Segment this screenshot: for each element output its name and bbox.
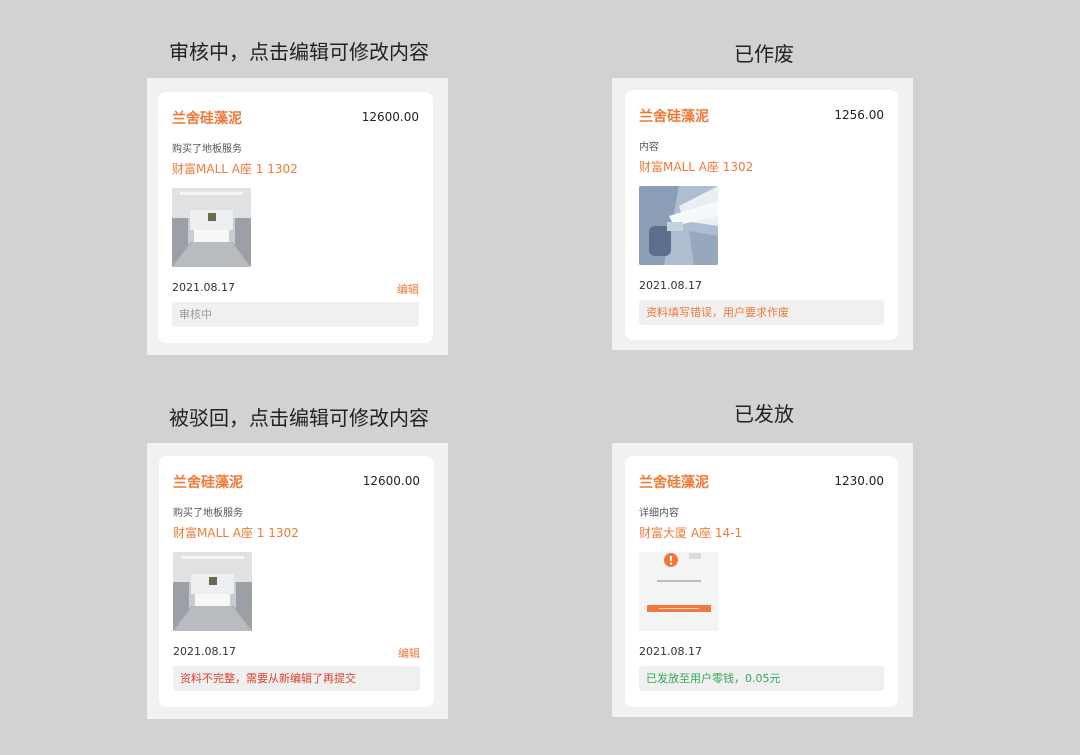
panel-pending: 兰舍硅藻泥 12600.00 购买了地板服务 财富MALL A座 1 1302 … [147,78,448,355]
order-description: 内容 [639,142,659,153]
order-amount: 12600.00 [362,474,420,488]
office-lobby-photo[interactable] [172,188,251,267]
order-description: 购买了地板服务 [172,144,242,155]
shop-name: 兰舍硅藻泥 [172,111,242,127]
order-date: 2021.08.17 [639,645,702,658]
shop-name: 兰舍硅藻泥 [639,475,709,491]
edit-link[interactable]: 编辑 [397,281,419,297]
order-amount: 1230.00 [834,474,884,488]
section-title-voided: 已作废 [734,42,794,66]
panel-issued: 兰舍硅藻泥 1230.00 详细内容 财富大厦 A座 14-1 2021.08.… [612,443,913,717]
order-card-issued[interactable]: 兰舍硅藻泥 1230.00 详细内容 财富大厦 A座 14-1 2021.08.… [625,456,898,707]
status-bar-issued: 已发放至用户零钱，0.05元 [639,666,884,691]
order-address: 财富MALL A座 1 1302 [173,526,299,540]
panel-rejected: 兰舍硅藻泥 12600.00 购买了地板服务 财富MALL A座 1 1302 … [147,443,448,719]
order-card-voided[interactable]: 兰舍硅藻泥 1256.00 内容 财富MALL A座 1302 2021.08.… [625,90,898,340]
order-date: 2021.08.17 [173,645,236,658]
office-lobby-photo[interactable] [173,552,252,631]
order-address: 财富MALL A座 1302 [639,160,754,174]
order-amount: 12600.00 [361,110,419,124]
section-title-issued: 已发放 [734,402,794,426]
order-card-rejected[interactable]: 兰舍硅藻泥 12600.00 购买了地板服务 财富MALL A座 1 1302 … [159,456,434,707]
order-card-pending[interactable]: 兰舍硅藻泥 12600.00 购买了地板服务 财富MALL A座 1 1302 … [158,92,433,343]
order-description: 详细内容 [639,508,679,519]
shop-name: 兰舍硅藻泥 [173,475,243,491]
order-description: 购买了地板服务 [173,508,243,519]
status-bar-pending: 审核中 [172,302,419,327]
section-title-rejected: 被驳回，点击编辑可修改内容 [169,406,429,430]
spray-cleaning-photo[interactable] [639,186,718,265]
panel-voided: 兰舍硅藻泥 1256.00 内容 财富MALL A座 1302 2021.08.… [612,78,913,350]
order-date: 2021.08.17 [639,279,702,292]
order-date: 2021.08.17 [172,281,235,294]
shop-name: 兰舍硅藻泥 [639,109,709,125]
section-title-pending: 审核中，点击编辑可修改内容 [169,40,429,64]
edit-link[interactable]: 编辑 [398,645,420,661]
app-screenshot-image[interactable] [639,552,718,631]
order-address: 财富大厦 A座 14-1 [639,526,743,540]
order-amount: 1256.00 [834,108,884,122]
order-address: 财富MALL A座 1 1302 [172,162,298,176]
status-bar-voided: 资料填写错误，用户要求作废 [639,300,884,325]
status-bar-rejected: 资料不完整，需要从新编辑了再提交 [173,666,420,691]
